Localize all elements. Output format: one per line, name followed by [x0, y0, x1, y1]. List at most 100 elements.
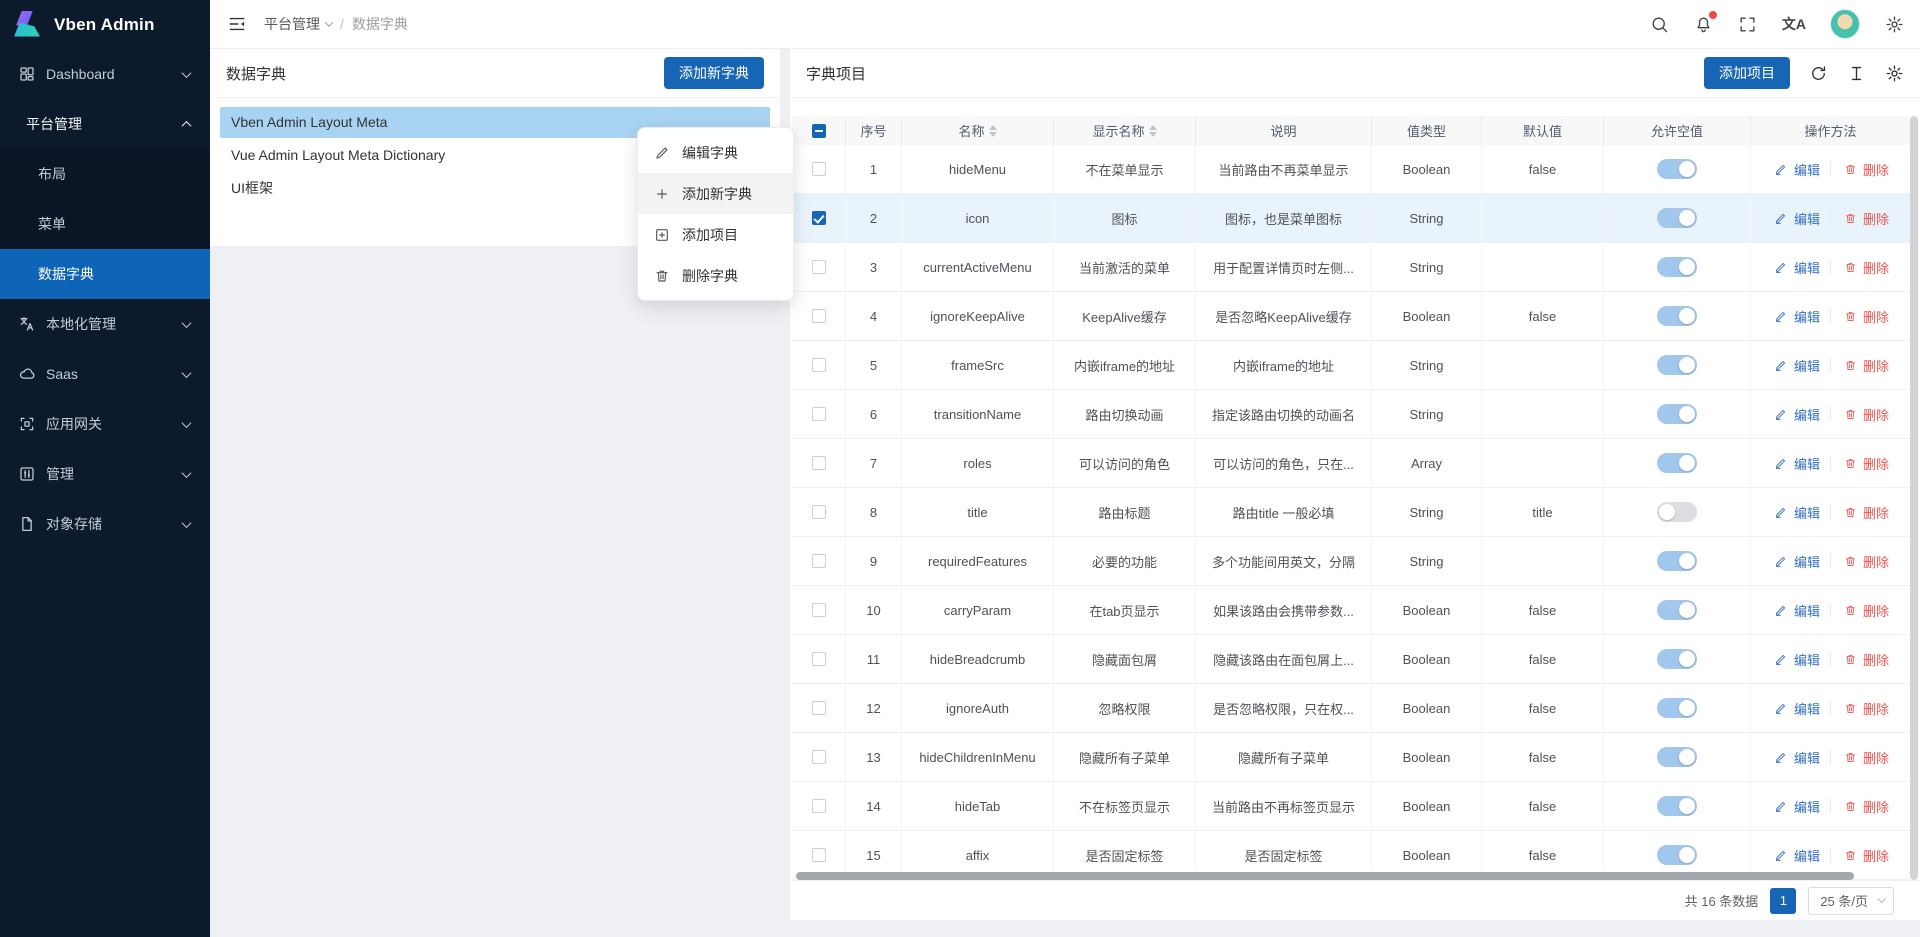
row-checkbox[interactable] — [812, 211, 826, 225]
allow-empty-toggle[interactable] — [1657, 208, 1697, 228]
page-number-button[interactable]: 1 — [1770, 888, 1796, 914]
row-checkbox[interactable] — [812, 162, 826, 176]
row-checkbox[interactable] — [812, 750, 826, 764]
row-checkbox[interactable] — [812, 554, 826, 568]
settings-gear-icon[interactable] — [1884, 14, 1904, 34]
allow-empty-toggle[interactable] — [1657, 404, 1697, 424]
delete-button[interactable]: 删除 — [1841, 454, 1889, 473]
edit-button[interactable]: 编辑 — [1772, 160, 1820, 179]
breadcrumb-item[interactable]: 数据字典 — [352, 14, 408, 34]
edit-button[interactable]: 编辑 — [1772, 405, 1820, 424]
edit-button[interactable]: 编辑 — [1772, 258, 1820, 277]
sidebar-item-object-storage[interactable]: 对象存储 — [0, 499, 210, 549]
edit-button[interactable]: 编辑 — [1772, 797, 1820, 816]
sidebar-item-management[interactable]: 管理 — [0, 449, 210, 499]
delete-button[interactable]: 删除 — [1841, 650, 1889, 669]
allow-empty-toggle[interactable] — [1657, 502, 1697, 522]
edit-button[interactable]: 编辑 — [1772, 307, 1820, 326]
context-menu-item[interactable]: 添加新字典 — [638, 173, 793, 214]
vertical-scrollbar[interactable] — [1910, 116, 1918, 880]
sidebar-item-saas[interactable]: Saas — [0, 349, 210, 399]
column-header[interactable]: 显示名称 — [1054, 116, 1196, 145]
search-icon[interactable] — [1650, 14, 1670, 34]
row-checkbox[interactable] — [812, 505, 826, 519]
row-height-icon[interactable] — [1846, 63, 1866, 83]
edit-button[interactable]: 编辑 — [1772, 846, 1820, 865]
allow-empty-toggle[interactable] — [1657, 159, 1697, 179]
horizontal-scrollbar-thumb[interactable] — [796, 872, 1854, 880]
delete-button[interactable]: 删除 — [1841, 601, 1889, 620]
sidebar-item-localization[interactable]: 本地化管理 — [0, 299, 210, 349]
collapse-sidebar-icon[interactable] — [226, 13, 248, 35]
select-all-checkbox[interactable] — [812, 124, 826, 138]
delete-button[interactable]: 删除 — [1841, 797, 1889, 816]
notification-bell-icon[interactable] — [1694, 14, 1714, 34]
delete-button-label: 删除 — [1863, 650, 1889, 669]
edit-button[interactable]: 编辑 — [1772, 454, 1820, 473]
edit-button[interactable]: 编辑 — [1772, 503, 1820, 522]
delete-button[interactable]: 删除 — [1841, 258, 1889, 277]
row-checkbox[interactable] — [812, 701, 826, 715]
translate-icon[interactable]: 文A — [1782, 14, 1806, 34]
refresh-icon[interactable] — [1808, 63, 1828, 83]
delete-button[interactable]: 删除 — [1841, 307, 1889, 326]
fullscreen-icon[interactable] — [1738, 14, 1758, 34]
row-checkbox[interactable] — [812, 407, 826, 421]
edit-button[interactable]: 编辑 — [1772, 209, 1820, 228]
sidebar-item-dashboard[interactable]: Dashboard — [0, 49, 210, 99]
allow-empty-toggle[interactable] — [1657, 796, 1697, 816]
delete-button[interactable]: 删除 — [1841, 209, 1889, 228]
allow-empty-toggle[interactable] — [1657, 257, 1697, 277]
allow-empty-toggle[interactable] — [1657, 453, 1697, 473]
allow-empty-toggle[interactable] — [1657, 355, 1697, 375]
delete-button[interactable]: 删除 — [1841, 748, 1889, 767]
sidebar-item-platform-management[interactable]: 平台管理 — [0, 99, 210, 149]
edit-button[interactable]: 编辑 — [1772, 356, 1820, 375]
context-menu-item[interactable]: 删除字典 — [638, 255, 793, 296]
delete-button[interactable]: 删除 — [1841, 699, 1889, 718]
sidebar-item-app-gateway[interactable]: 应用网关 — [0, 399, 210, 449]
allow-empty-toggle[interactable] — [1657, 306, 1697, 326]
delete-button[interactable]: 删除 — [1841, 552, 1889, 571]
delete-button[interactable]: 删除 — [1841, 356, 1889, 375]
delete-button[interactable]: 删除 — [1841, 846, 1889, 865]
sidebar-item-label: 应用网关 — [46, 414, 102, 434]
sidebar-item-data-dictionary[interactable]: 数据字典 — [0, 249, 210, 299]
add-item-button[interactable]: 添加项目 — [1704, 57, 1790, 89]
edit-button[interactable]: 编辑 — [1772, 552, 1820, 571]
app-logo[interactable]: Vben Admin — [0, 0, 210, 49]
sort-icons[interactable] — [989, 125, 997, 137]
sidebar-item-layout[interactable]: 布局 — [0, 149, 210, 199]
breadcrumb-item[interactable]: 平台管理 — [264, 14, 332, 34]
user-avatar[interactable] — [1830, 9, 1860, 39]
allow-empty-toggle[interactable] — [1657, 649, 1697, 669]
edit-button[interactable]: 编辑 — [1772, 748, 1820, 767]
edit-button[interactable]: 编辑 — [1772, 650, 1820, 669]
row-checkbox[interactable] — [812, 799, 826, 813]
row-checkbox[interactable] — [812, 456, 826, 470]
row-checkbox[interactable] — [812, 260, 826, 274]
column-header[interactable]: 名称 — [902, 116, 1054, 145]
row-checkbox[interactable] — [812, 652, 826, 666]
delete-button[interactable]: 删除 — [1841, 405, 1889, 424]
context-menu-item[interactable]: 添加项目 — [638, 214, 793, 255]
row-checkbox[interactable] — [812, 309, 826, 323]
sidebar-item-menu[interactable]: 菜单 — [0, 199, 210, 249]
delete-button[interactable]: 删除 — [1841, 160, 1889, 179]
allow-empty-toggle[interactable] — [1657, 600, 1697, 620]
row-checkbox[interactable] — [812, 603, 826, 617]
allow-empty-toggle[interactable] — [1657, 698, 1697, 718]
sort-icons[interactable] — [1149, 125, 1157, 137]
delete-button[interactable]: 删除 — [1841, 503, 1889, 522]
edit-button[interactable]: 编辑 — [1772, 699, 1820, 718]
add-dictionary-button[interactable]: 添加新字典 — [664, 57, 764, 89]
edit-button[interactable]: 编辑 — [1772, 601, 1820, 620]
page-size-select[interactable]: 25 条/页 — [1808, 887, 1894, 915]
context-menu-item[interactable]: 编辑字典 — [638, 132, 793, 173]
row-checkbox[interactable] — [812, 848, 826, 862]
allow-empty-toggle[interactable] — [1657, 551, 1697, 571]
row-checkbox[interactable] — [812, 358, 826, 372]
allow-empty-toggle[interactable] — [1657, 845, 1697, 865]
table-settings-gear-icon[interactable] — [1884, 63, 1904, 83]
allow-empty-toggle[interactable] — [1657, 747, 1697, 767]
